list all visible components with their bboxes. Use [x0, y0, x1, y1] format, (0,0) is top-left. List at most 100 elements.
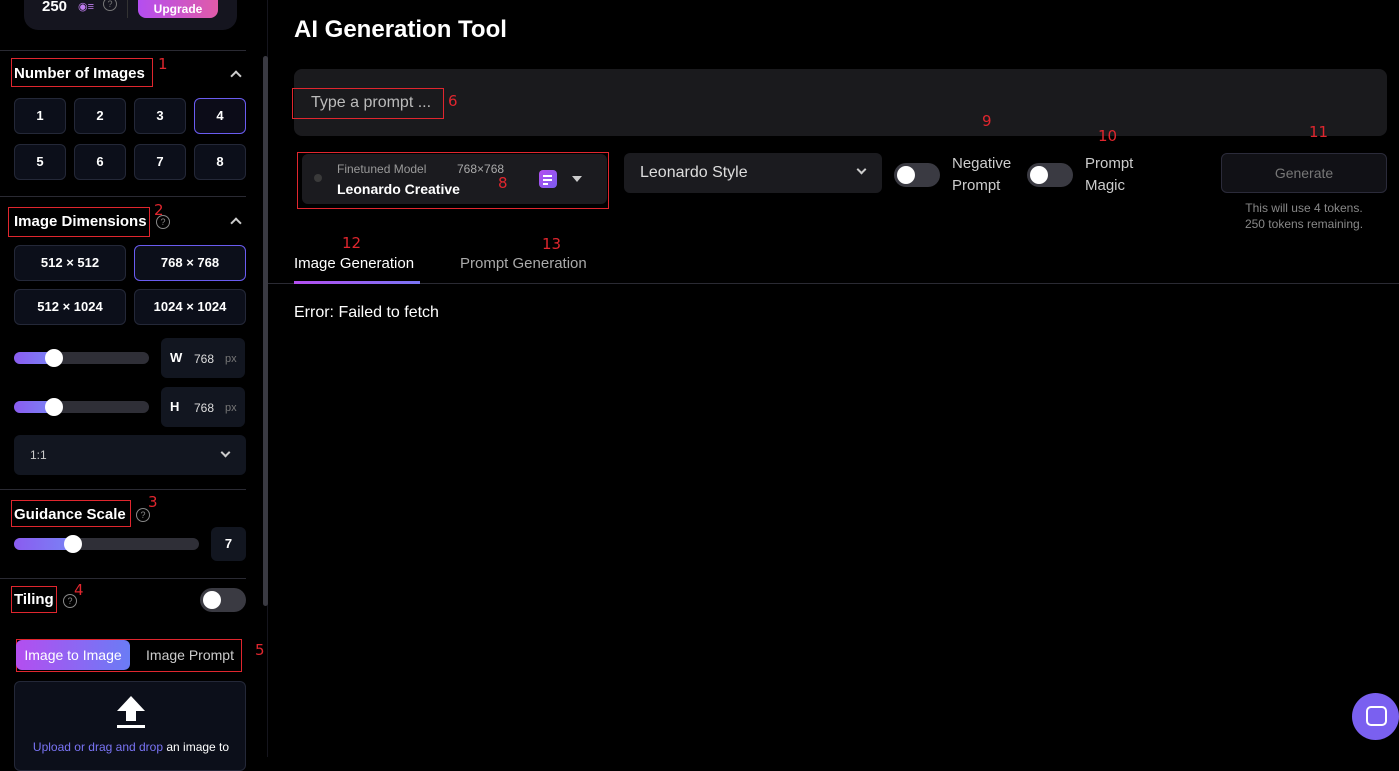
chevron-up-icon[interactable]	[230, 217, 242, 229]
upgrade-button[interactable]: Upgrade	[138, 0, 218, 18]
annotation-label: 13	[542, 235, 562, 253]
help-icon[interactable]: ?	[63, 594, 77, 608]
image-count-2[interactable]: 2	[74, 98, 126, 134]
annotation-label: 11	[1309, 123, 1329, 141]
height-value[interactable]: 768	[194, 401, 214, 415]
toggle-knob	[203, 591, 221, 609]
tab-prompt-generation[interactable]: Prompt Generation	[460, 255, 587, 272]
tab-image-generation[interactable]: Image Generation	[294, 255, 414, 272]
image-count-8[interactable]: 8	[194, 144, 246, 180]
help-icon[interactable]: ?	[103, 0, 117, 11]
toggle-knob	[1030, 166, 1048, 184]
negative-prompt-label-line2: Prompt	[952, 177, 1001, 194]
dimension-512x1024[interactable]: 512 × 1024	[14, 289, 126, 325]
height-field[interactable]: H 768 px	[161, 387, 245, 427]
width-unit: px	[225, 353, 237, 365]
annotation-label: 6	[448, 92, 458, 110]
divider	[0, 489, 246, 490]
model-dimensions: 768×768	[457, 162, 505, 176]
annotation-label: 3	[148, 493, 158, 511]
active-tab-indicator	[294, 281, 420, 284]
upload-text: Upload or drag and drop an image to	[15, 740, 247, 754]
notes-icon[interactable]	[539, 170, 557, 188]
prompt-magic-toggle[interactable]	[1027, 163, 1073, 187]
chevron-down-icon	[220, 447, 231, 458]
image-dimensions-title: Image Dimensions	[14, 213, 147, 230]
generate-note: This will use 4 tokens. 250 tokens remain…	[1212, 200, 1396, 232]
aspect-ratio-value: 1:1	[30, 448, 47, 462]
prompt-placeholder[interactable]: Type a prompt ...	[311, 94, 431, 112]
annotation-label: 1	[158, 55, 168, 73]
height-slider[interactable]	[14, 398, 149, 416]
page-title: AI Generation Tool	[294, 16, 507, 43]
tabs-divider	[268, 283, 1399, 284]
width-value[interactable]: 768	[194, 352, 214, 366]
help-icon[interactable]: ?	[136, 508, 150, 522]
width-slider[interactable]	[14, 349, 149, 367]
guidance-slider[interactable]	[14, 535, 199, 553]
upload-link[interactable]: Upload or drag and drop	[33, 740, 163, 754]
annotation-label: 9	[982, 112, 992, 130]
help-icon[interactable]: ?	[156, 215, 170, 229]
chat-launcher-button[interactable]	[1352, 693, 1399, 740]
width-label: W	[170, 350, 183, 365]
image-count-3[interactable]: 3	[134, 98, 186, 134]
image-count-4[interactable]: 4	[194, 98, 246, 134]
token-count: 250	[42, 0, 68, 15]
upload-text-suffix: an image to	[163, 740, 230, 754]
tab-image-prompt[interactable]: Image Prompt	[140, 640, 240, 670]
tokens-remaining-note: 250 tokens remaining.	[1244, 217, 1364, 231]
negative-prompt-toggle[interactable]	[894, 163, 940, 187]
model-name: Leonardo Creative	[337, 181, 460, 197]
number-of-images-title: Number of Images	[14, 65, 145, 82]
style-select[interactable]: Leonardo Style	[624, 153, 882, 193]
tab-image-to-image[interactable]: Image to Image	[16, 640, 130, 670]
negative-prompt-label-line1: Negative	[952, 155, 1012, 172]
annotation-label: 12	[342, 234, 362, 252]
caret-down-icon[interactable]	[572, 176, 582, 182]
image-count-7[interactable]: 7	[134, 144, 186, 180]
dimension-768x768[interactable]: 768 × 768	[134, 245, 246, 281]
tiling-toggle[interactable]	[200, 588, 246, 612]
divider	[0, 578, 246, 579]
toggle-knob	[897, 166, 915, 184]
chevron-up-icon[interactable]	[230, 70, 242, 82]
sidebar: 250 ◉≡ ? Upgrade Number of Images 1 1 2 …	[0, 0, 268, 771]
negative-prompt-label: Negative Prompt	[952, 153, 1011, 197]
tiling-title: Tiling	[14, 591, 54, 608]
guidance-scale-title: Guidance Scale	[14, 506, 126, 523]
aspect-ratio-select[interactable]: 1:1	[14, 435, 246, 475]
annotation-label: 5	[255, 641, 265, 659]
sidebar-scrollbar[interactable]	[263, 56, 268, 606]
dimension-1024x1024[interactable]: 1024 × 1024	[134, 289, 246, 325]
image-count-6[interactable]: 6	[74, 144, 126, 180]
height-label: H	[170, 399, 180, 414]
divider	[0, 50, 246, 51]
prompt-magic-label-line1: Prompt	[1085, 155, 1134, 172]
guidance-value[interactable]: 7	[211, 527, 246, 561]
model-select[interactable]: Finetuned Model 768×768 Leonardo Creativ…	[302, 154, 607, 204]
chat-icon	[1366, 706, 1387, 726]
slider-knob[interactable]	[64, 535, 82, 553]
chevron-down-icon	[856, 164, 867, 175]
prompt-magic-label: Prompt Magic	[1085, 153, 1133, 197]
upload-dropzone[interactable]: Upload or drag and drop an image to	[14, 681, 246, 771]
slider-knob[interactable]	[45, 349, 63, 367]
dimension-512x512[interactable]: 512 × 512	[14, 245, 126, 281]
width-field[interactable]: W 768 px	[161, 338, 245, 378]
coins-icon: ◉≡	[78, 1, 95, 13]
token-cost-note: This will use 4 tokens.	[1245, 201, 1363, 215]
slider-knob[interactable]	[45, 398, 63, 416]
divider	[127, 0, 128, 18]
image-mode-tabs: Image to Image Image Prompt	[16, 639, 242, 672]
height-unit: px	[225, 402, 237, 414]
prompt-input[interactable]	[294, 69, 1387, 136]
image-count-5[interactable]: 5	[14, 144, 66, 180]
generate-button[interactable]: Generate	[1221, 153, 1387, 193]
image-count-1[interactable]: 1	[14, 98, 66, 134]
model-type: Finetuned Model	[337, 162, 427, 176]
annotation-label: 10	[1098, 127, 1118, 145]
annotation-label: 8	[498, 174, 508, 192]
token-balance: 250 ◉≡ ? Upgrade	[24, 0, 237, 30]
model-thumbnail	[314, 174, 322, 182]
